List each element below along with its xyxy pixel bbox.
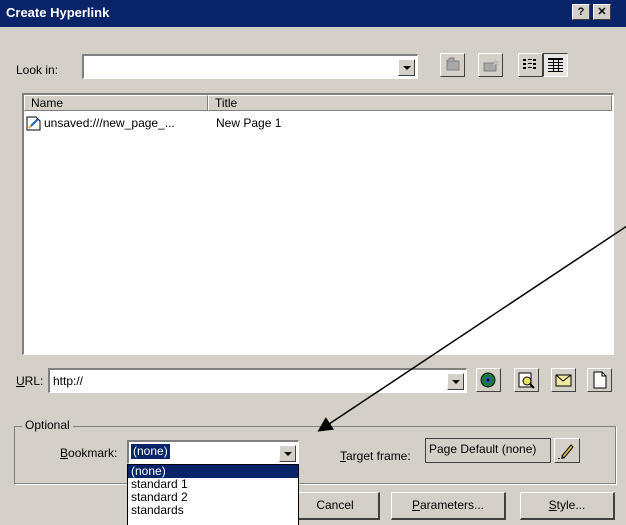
- create-hyperlink-dialog: Create Hyperlink ? ✕ Look in: Name Title…: [0, 0, 626, 525]
- annotation-arrow: [317, 225, 626, 432]
